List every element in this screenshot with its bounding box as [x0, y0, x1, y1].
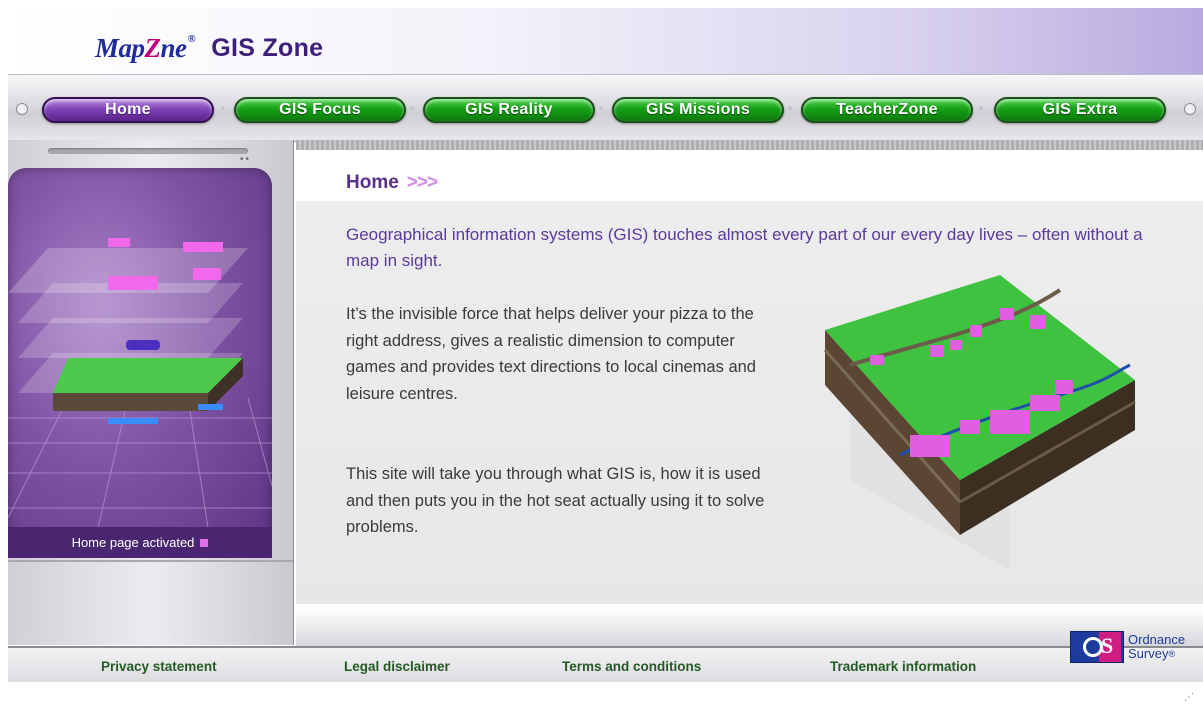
terrain-block-image: [823, 275, 1136, 570]
footer-link-trademark[interactable]: Trademark information: [830, 659, 976, 674]
footer-link-terms[interactable]: Terms and conditions: [562, 659, 701, 674]
logo-text-z: Z: [144, 32, 162, 63]
nav-end-dot-left: [16, 103, 28, 115]
nav-tab-label: GIS Extra: [1042, 101, 1118, 118]
os-badge-icon: S: [1070, 631, 1124, 663]
logo-text-ne: ne: [160, 32, 188, 63]
lower-band: [296, 604, 1203, 650]
nav-tab-home[interactable]: Home: [42, 97, 214, 123]
device-dots: ••: [240, 154, 252, 165]
mapzone-logo: MapZne®: [95, 32, 196, 64]
page-title: Home >>>: [346, 172, 438, 194]
footer-bar: Privacy statement Legal disclaimer Terms…: [8, 646, 1203, 682]
nav-separator: ◦: [409, 101, 415, 115]
device-slot: [48, 148, 248, 154]
nav-separator: ◦: [598, 101, 604, 115]
os-logo-line2: Survey: [1128, 646, 1169, 661]
body-paragraph-1: It’s the invisible force that helps deli…: [346, 305, 756, 403]
screen-caption: Home page activated: [8, 527, 272, 558]
logo-reg-mark: ®: [187, 32, 196, 45]
os-logo-text: Ordnance Survey®: [1128, 633, 1185, 661]
nav-tab-label: GIS Reality: [465, 101, 553, 118]
nav-tab-gis-focus[interactable]: GIS Focus: [234, 97, 406, 123]
title-arrows-icon: >>>: [406, 172, 438, 193]
nav-tab-label: Home: [105, 101, 151, 118]
nav-tab-teacherzone[interactable]: TeacherZone: [801, 97, 973, 123]
intro-text: Geographical information systems (GIS) t…: [346, 225, 1143, 270]
nav-tab-gis-extra[interactable]: GIS Extra: [994, 97, 1166, 123]
nav-tab-label: GIS Focus: [279, 101, 361, 118]
nav-tab-label: TeacherZone: [836, 101, 938, 118]
layer-illustration-screen: [8, 168, 272, 558]
content-top-strip: [296, 140, 1203, 150]
footer-link-legal[interactable]: Legal disclaimer: [344, 659, 450, 674]
nav-separator: ◦: [220, 101, 226, 115]
ordnance-survey-logo[interactable]: S Ordnance Survey®: [1070, 630, 1194, 664]
logo-text-map: Map: [95, 32, 145, 63]
nav-separator: ◦: [978, 101, 984, 115]
page-title-text: Home: [346, 172, 399, 193]
nav-end-dot-right: [1184, 103, 1196, 115]
body-paragraph-2: This site will take you through what GIS…: [346, 465, 765, 536]
terrain-model-illustration: [810, 270, 1140, 580]
caption-square-icon: [200, 538, 209, 547]
nav-tab-gis-missions[interactable]: GIS Missions: [612, 97, 784, 123]
os-logo-line1: Ordnance: [1128, 632, 1186, 647]
os-logo-reg: ®: [1168, 649, 1176, 659]
site-logo[interactable]: MapZne® GIS Zone: [95, 28, 323, 68]
resize-grip-icon[interactable]: ⋰: [1184, 692, 1194, 703]
gis-layers-illustration: [8, 238, 272, 529]
footer-link-privacy[interactable]: Privacy statement: [101, 659, 217, 674]
screen-caption-text: Home page activated: [71, 535, 195, 550]
nav-tab-label: GIS Missions: [645, 101, 751, 118]
nav-separator: ◦: [787, 101, 793, 115]
site-title: GIS Zone: [211, 33, 324, 62]
main-nav: Home ◦ GIS Focus ◦ GIS Reality ◦ GIS Mis…: [8, 74, 1203, 142]
device-curve: [8, 560, 293, 632]
nav-tab-gis-reality[interactable]: GIS Reality: [423, 97, 595, 123]
